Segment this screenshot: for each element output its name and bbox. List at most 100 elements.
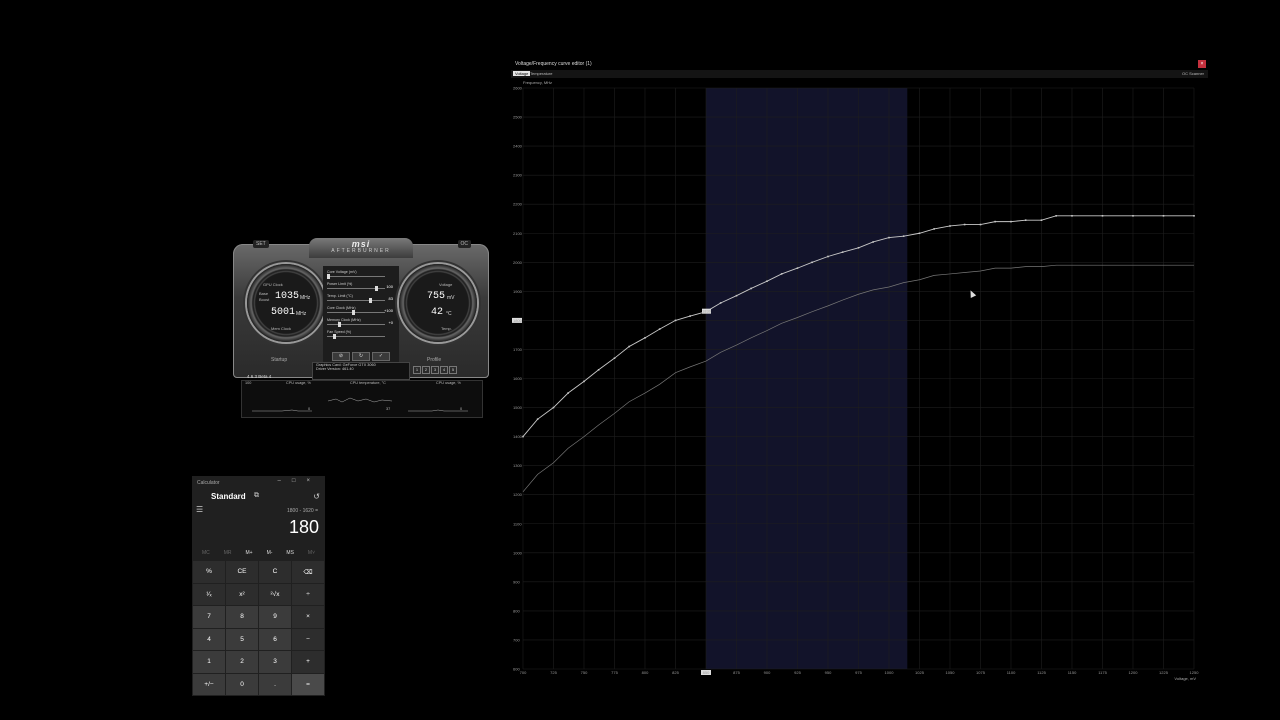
temp-unit: °C bbox=[446, 311, 452, 317]
x-tick-label: 850 bbox=[703, 670, 710, 675]
curve-point bbox=[613, 357, 616, 359]
curve-point bbox=[841, 251, 844, 253]
apply-button[interactable]: ✓ bbox=[372, 352, 390, 361]
calc-key-6[interactable]: ²√x bbox=[259, 583, 291, 605]
startup-label[interactable]: Startup bbox=[271, 357, 287, 363]
calc-key-7[interactable]: ÷ bbox=[292, 583, 324, 605]
x-tick-label: 1100 bbox=[1007, 670, 1016, 675]
calc-key-0[interactable]: % bbox=[193, 561, 225, 583]
afterburner-window: msi AFTERBURNER SET OC GPU Clock Base Bo… bbox=[231, 238, 491, 418]
memory-row: MC MR M+ M- MS M˅ bbox=[195, 550, 322, 556]
curve-point bbox=[1132, 215, 1134, 217]
slider-2[interactable]: Temp. Limit (°C) 83 bbox=[327, 294, 395, 303]
settings-corner-button[interactable]: SET bbox=[253, 240, 269, 248]
y-tick-label: 800 bbox=[513, 608, 520, 613]
keep-on-top-icon[interactable]: ⧉ bbox=[254, 492, 259, 500]
slider-knob[interactable] bbox=[352, 310, 356, 315]
window-controls[interactable]: –□× bbox=[278, 478, 321, 484]
calc-key-22[interactable]: . bbox=[259, 673, 291, 695]
calc-key-19[interactable]: + bbox=[292, 651, 324, 673]
curve-point bbox=[536, 418, 539, 420]
x-tick-label: 1225 bbox=[1159, 670, 1169, 675]
reset-button[interactable]: ↻ bbox=[352, 352, 370, 361]
gpu-clock-unit: MHz bbox=[300, 295, 311, 301]
history-icon[interactable]: ↺ bbox=[313, 492, 320, 501]
calc-key-16[interactable]: 1 bbox=[193, 651, 225, 673]
profile-slot-5[interactable]: 5 bbox=[449, 366, 457, 374]
profile-slot-4[interactable]: 4 bbox=[440, 366, 448, 374]
calc-key-21[interactable]: 0 bbox=[226, 673, 258, 695]
calculator-expression: 1800 - 1620 = bbox=[287, 508, 318, 514]
memory-button-2[interactable]: M+ bbox=[246, 550, 253, 556]
y-tick-label: 2200 bbox=[513, 202, 523, 207]
calc-key-4[interactable]: ¹⁄ₓ bbox=[193, 583, 225, 605]
calc-key-8[interactable]: 7 bbox=[193, 606, 225, 628]
calc-key-15[interactable]: − bbox=[292, 628, 324, 650]
slider-value: 100 bbox=[386, 284, 393, 289]
memory-button-4[interactable]: MS bbox=[286, 550, 294, 556]
slider-track[interactable] bbox=[327, 276, 385, 277]
curve-point bbox=[552, 406, 555, 409]
calc-key-1[interactable]: CE bbox=[226, 561, 258, 583]
slider-knob[interactable] bbox=[369, 298, 372, 303]
calc-key-23[interactable]: = bbox=[292, 673, 324, 695]
x-tick-label: 1050 bbox=[946, 670, 956, 675]
x-tick-label: 750 bbox=[581, 670, 588, 675]
slider-track[interactable] bbox=[327, 336, 385, 337]
driver-value: 461.40 bbox=[341, 367, 354, 371]
calc-key-10[interactable]: 9 bbox=[259, 606, 291, 628]
oc-corner-button[interactable]: OC bbox=[457, 240, 471, 248]
curve-point bbox=[658, 328, 661, 330]
calc-key-5[interactable]: x² bbox=[226, 583, 258, 605]
calc-key-2[interactable]: C bbox=[259, 561, 291, 583]
calc-key-9[interactable]: 8 bbox=[226, 606, 258, 628]
curve-point bbox=[689, 315, 691, 317]
reset-defaults-button[interactable]: ⊘ bbox=[332, 352, 350, 361]
y-tick-label: 2300 bbox=[513, 173, 523, 178]
slider-knob[interactable] bbox=[338, 322, 342, 327]
calc-key-17[interactable]: 2 bbox=[226, 651, 258, 673]
calc-key-3[interactable]: ⌫ bbox=[292, 561, 324, 583]
profile-slot-1[interactable]: 1 bbox=[413, 366, 421, 374]
driver-label: Driver Version: bbox=[316, 367, 341, 371]
y-tick-label: 1600 bbox=[513, 376, 523, 381]
vf-curve-chart[interactable]: 700 725 750 775 800 825 850 875 900 925 950 975 1000… bbox=[511, 58, 1208, 683]
calc-key-11[interactable]: × bbox=[292, 606, 324, 628]
profile-slot-2[interactable]: 2 bbox=[422, 366, 430, 374]
slider-0[interactable]: Core Voltage (mV) bbox=[327, 270, 395, 279]
slider-4[interactable]: Memory Clock (MHz) +0 bbox=[327, 318, 395, 327]
slider-track[interactable] bbox=[327, 300, 385, 301]
calc-key-14[interactable]: 6 bbox=[259, 628, 291, 650]
afterburner-subtitle: AFTERBURNER bbox=[331, 248, 391, 254]
x-tick-label: 1200 bbox=[1129, 670, 1139, 675]
monitor-min-2: 37 bbox=[386, 407, 391, 411]
calc-key-12[interactable]: 4 bbox=[193, 628, 225, 650]
calc-key-18[interactable]: 3 bbox=[259, 651, 291, 673]
y-tick-label: 1800 bbox=[513, 318, 523, 323]
curve-point bbox=[1101, 215, 1104, 217]
calc-key-13[interactable]: 5 bbox=[226, 628, 258, 650]
slider-knob[interactable] bbox=[332, 334, 336, 339]
x-tick-label: 800 bbox=[642, 670, 649, 675]
profile-label[interactable]: Profile bbox=[427, 357, 441, 363]
x-tick-label: 1075 bbox=[976, 670, 986, 675]
curve-point bbox=[872, 241, 874, 243]
calc-key-20[interactable]: +/− bbox=[193, 673, 225, 695]
profile-slot-3[interactable]: 3 bbox=[431, 366, 439, 374]
slider-1[interactable]: Power Limit (%) 100 bbox=[327, 282, 395, 291]
slider-5[interactable]: Fan Speed (%) bbox=[327, 330, 395, 339]
slider-track[interactable] bbox=[327, 324, 385, 325]
slider-knob[interactable] bbox=[374, 286, 378, 291]
y-tick-label: 2600 bbox=[513, 86, 523, 91]
curve-point bbox=[780, 273, 783, 275]
afterburner-header: msi AFTERBURNER bbox=[309, 238, 413, 258]
hamburger-menu-icon[interactable]: ☰ bbox=[196, 505, 203, 514]
slider-track[interactable] bbox=[327, 312, 385, 313]
slider-knob[interactable] bbox=[327, 274, 330, 279]
curve-point bbox=[719, 302, 722, 304]
memory-button-3[interactable]: M- bbox=[267, 550, 273, 556]
curve-point bbox=[933, 228, 935, 230]
curve-point bbox=[902, 235, 905, 237]
slider-3[interactable]: Core Clock (MHz) +100 bbox=[327, 306, 395, 315]
x-tick-label: 1250 bbox=[1190, 670, 1200, 675]
